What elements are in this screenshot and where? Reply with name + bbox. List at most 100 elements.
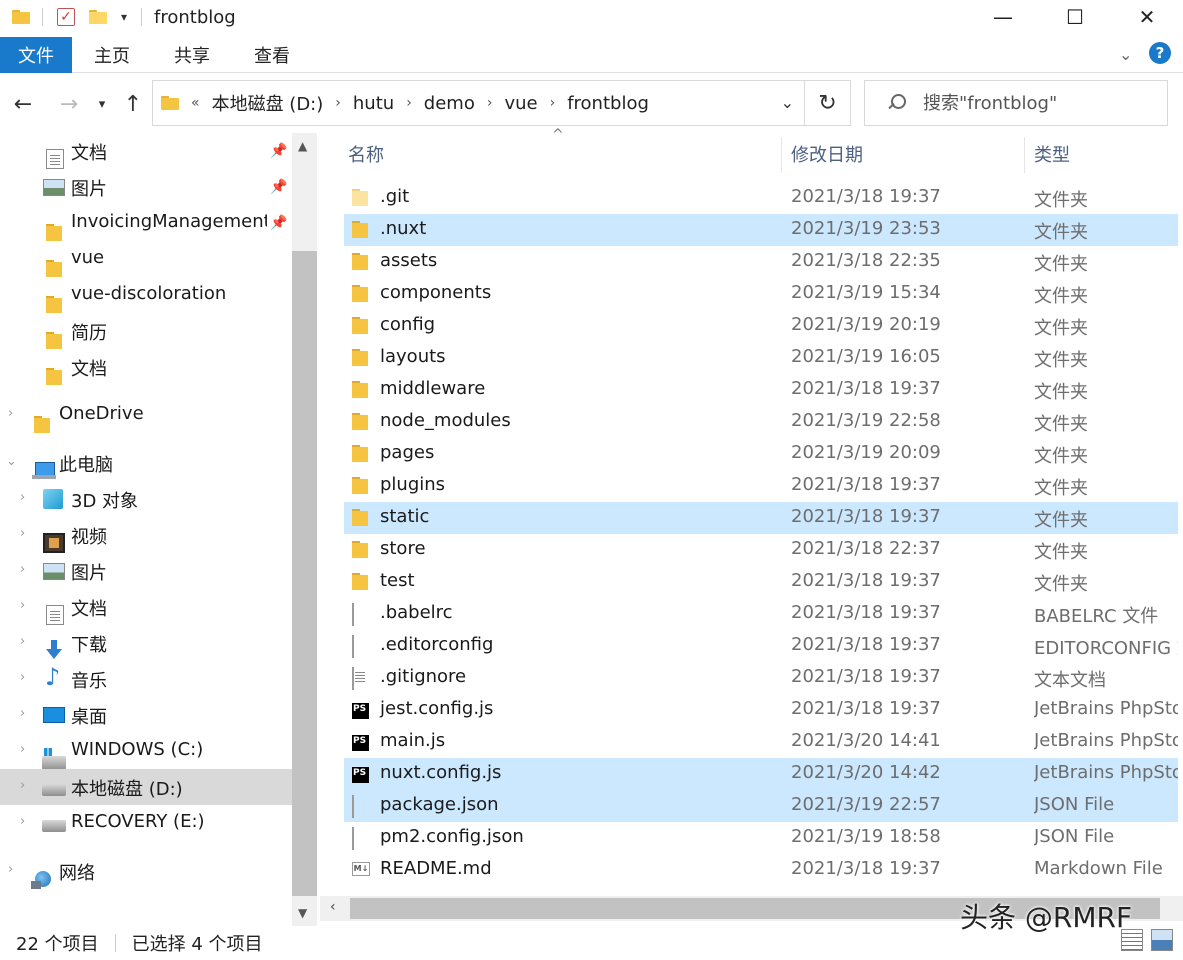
sidebar-scrollbar[interactable]: ▲ ▼ (292, 133, 317, 926)
table-row[interactable]: pages 2021/3/19 20:09 文件夹 (344, 438, 1178, 470)
table-row[interactable]: components 2021/3/19 15:34 文件夹 (344, 278, 1178, 310)
close-button[interactable]: ✕ (1111, 0, 1183, 34)
table-row[interactable]: test 2021/3/18 19:37 文件夹 (344, 566, 1178, 598)
chevron-down-icon[interactable]: ⌄ (781, 93, 794, 112)
scrollbar-thumb[interactable] (292, 251, 317, 896)
refresh-button[interactable]: ↻ (805, 80, 851, 126)
sidebar-item-documents-pinned[interactable]: 文档 📌 (0, 133, 292, 169)
table-row[interactable]: pm2.config.json 2021/3/19 18:58 JSON File (344, 822, 1178, 854)
address-bar[interactable]: « 本地磁盘 (D:) › hutu › demo › vue › frontb… (152, 80, 805, 126)
table-row[interactable]: main.js 2021/3/20 14:41 JetBrains PhpStorm (344, 726, 1178, 758)
scroll-up-icon[interactable]: ▲ (298, 139, 307, 153)
chevron-right-icon[interactable]: › (20, 814, 25, 829)
maximize-button[interactable]: ☐ (1039, 0, 1111, 34)
table-row[interactable]: layouts 2021/3/19 16:05 文件夹 (344, 342, 1178, 374)
column-header-name[interactable]: 名称 (348, 133, 778, 175)
new-folder-icon[interactable] (89, 10, 107, 24)
sidebar-item-invoicing[interactable]: InvoicingManagement 📌 (0, 205, 292, 241)
large-icons-view-icon[interactable] (1151, 929, 1173, 951)
tab-view[interactable]: 查看 (232, 37, 312, 73)
sidebar-item-desktop[interactable]: › 桌面 (0, 697, 292, 733)
sidebar-item-vue[interactable]: vue (0, 241, 292, 277)
chevron-right-icon[interactable]: › (20, 634, 25, 649)
chevron-right-icon[interactable]: › (20, 778, 25, 793)
sidebar-item-documents-folder[interactable]: 文档 (0, 349, 292, 385)
search-input[interactable] (923, 92, 1163, 114)
table-row[interactable]: package.json 2021/3/19 22:57 JSON File (344, 790, 1178, 822)
sidebar-item-drive-c[interactable]: › WINDOWS (C:) (0, 733, 292, 770)
table-row[interactable]: config 2021/3/19 20:19 文件夹 (344, 310, 1178, 342)
breadcrumb-frontblog[interactable]: frontblog (567, 93, 649, 114)
sidebar-item-pictures[interactable]: › 图片 (0, 553, 292, 589)
pin-icon[interactable]: 📌 (270, 179, 287, 195)
table-row[interactable]: plugins 2021/3/18 19:37 文件夹 (344, 470, 1178, 502)
breadcrumb-hutu[interactable]: hutu (353, 93, 394, 114)
scroll-down-icon[interactable]: ▼ (298, 906, 307, 920)
forward-button[interactable]: → (56, 90, 82, 118)
table-row[interactable]: assets 2021/3/18 22:35 文件夹 (344, 246, 1178, 278)
chevron-right-icon[interactable]: › (406, 95, 412, 111)
sidebar-item-this-pc[interactable]: ⌄ 此电脑 (0, 445, 292, 481)
chevron-right-icon[interactable]: › (20, 526, 25, 541)
table-row[interactable]: store 2021/3/18 22:37 文件夹 (344, 534, 1178, 566)
expand-ribbon-icon[interactable]: ⌄ (1119, 45, 1135, 64)
column-header-type[interactable]: 类型 (1034, 133, 1174, 175)
back-button[interactable]: ← (10, 90, 36, 118)
sidebar-item-onedrive[interactable]: › OneDrive (0, 397, 292, 433)
pin-icon[interactable]: 📌 (270, 143, 287, 159)
column-header-date[interactable]: 修改日期 (791, 133, 1021, 175)
search-box[interactable] (864, 80, 1168, 126)
table-row[interactable]: M↓ README.md 2021/3/18 19:37 Markdown File (344, 854, 1178, 886)
tab-home[interactable]: 主页 (72, 37, 152, 73)
tab-share[interactable]: 共享 (152, 37, 232, 73)
table-row[interactable]: .git 2021/3/18 19:37 文件夹 (344, 182, 1178, 214)
chevron-right-icon[interactable]: › (20, 706, 25, 721)
details-view-icon[interactable] (1121, 929, 1143, 951)
chevron-right-icon[interactable]: › (335, 95, 341, 111)
breadcrumb-demo[interactable]: demo (424, 93, 475, 114)
column-divider[interactable] (781, 137, 782, 173)
breadcrumb-vue[interactable]: vue (504, 93, 537, 114)
column-divider[interactable] (1024, 137, 1025, 173)
customize-toolbar-icon[interactable]: ▾ (121, 10, 127, 24)
breadcrumb-overflow[interactable]: « (191, 95, 200, 111)
tab-file[interactable]: 文件 (0, 36, 72, 73)
folder-icon[interactable] (12, 10, 30, 24)
sidebar-item-drive-d[interactable]: › 本地磁盘 (D:) (0, 769, 292, 805)
chevron-right-icon[interactable]: › (20, 742, 25, 757)
minimize-button[interactable]: — (967, 0, 1039, 34)
chevron-right-icon[interactable]: › (487, 95, 493, 111)
sidebar-item-network[interactable]: › 网络 (0, 853, 292, 889)
chevron-down-icon[interactable]: ⌄ (6, 454, 17, 469)
table-row[interactable]: nuxt.config.js 2021/3/20 14:42 JetBrains P… (344, 758, 1178, 790)
properties-icon[interactable]: ✓ (57, 8, 75, 26)
up-button[interactable]: ↑ (120, 90, 146, 118)
scroll-left-icon[interactable]: ‹ (330, 899, 336, 915)
help-icon[interactable]: ? (1149, 42, 1171, 64)
table-row[interactable]: jest.config.js 2021/3/18 19:37 JetBrains P… (344, 694, 1178, 726)
table-row[interactable]: .nuxt 2021/3/19 23:53 文件夹 (344, 214, 1178, 246)
table-row[interactable]: node_modules 2021/3/19 22:58 文件夹 (344, 406, 1178, 438)
chevron-right-icon[interactable]: › (20, 490, 25, 505)
chevron-right-icon[interactable]: › (8, 862, 13, 877)
chevron-right-icon[interactable]: › (20, 670, 25, 685)
chevron-right-icon[interactable]: › (20, 562, 25, 577)
breadcrumb-drive-d[interactable]: 本地磁盘 (D:) (212, 90, 324, 116)
sidebar-item-vue-discoloration[interactable]: vue-discoloration (0, 277, 292, 313)
chevron-right-icon[interactable]: › (8, 406, 13, 421)
table-row[interactable]: .babelrc 2021/3/18 19:37 BABELRC 文件 (344, 598, 1178, 630)
table-row[interactable]: static 2021/3/18 19:37 文件夹 (344, 502, 1178, 534)
table-row[interactable]: .gitignore 2021/3/18 19:37 文本文档 (344, 662, 1178, 694)
sidebar-item-3d-objects[interactable]: › 3D 对象 (0, 481, 292, 517)
sidebar-item-resume[interactable]: 简历 (0, 313, 292, 349)
table-row[interactable]: middleware 2021/3/18 19:37 文件夹 (344, 374, 1178, 406)
recent-locations-icon[interactable]: ▾ (94, 90, 110, 118)
pin-icon[interactable]: 📌 (270, 215, 287, 231)
sidebar-item-documents[interactable]: › 文档 (0, 589, 292, 625)
sidebar-item-drive-e[interactable]: › RECOVERY (E:) (0, 805, 292, 841)
sidebar-item-music[interactable]: › ♪ 音乐 (0, 661, 292, 697)
chevron-right-icon[interactable]: › (550, 95, 556, 111)
table-row[interactable]: .editorconfig 2021/3/18 19:37 EDITORCONFIG… (344, 630, 1178, 662)
chevron-right-icon[interactable]: › (20, 598, 25, 613)
sidebar-item-downloads[interactable]: › 下载 (0, 625, 292, 661)
